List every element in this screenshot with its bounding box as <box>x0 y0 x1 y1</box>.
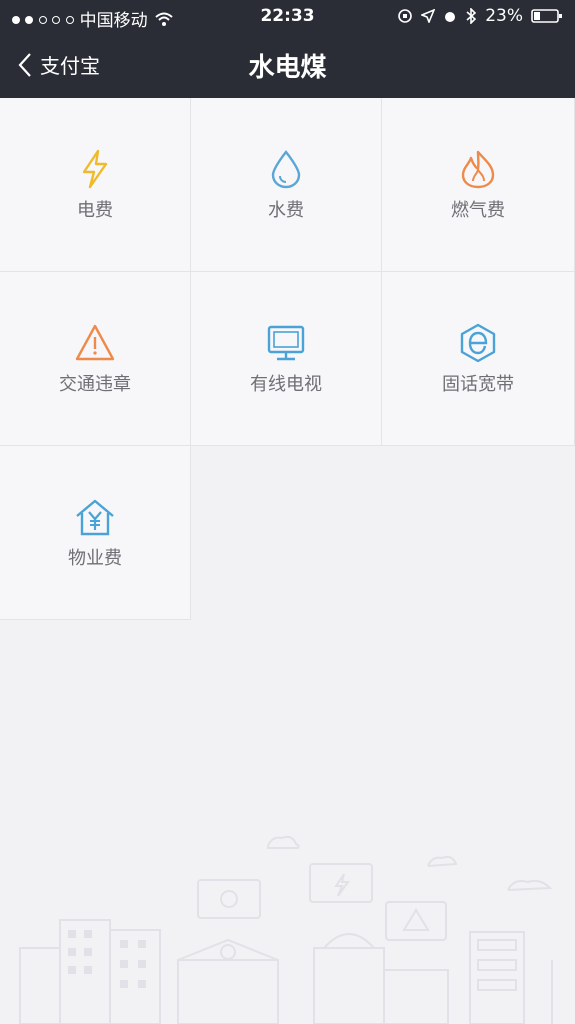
warning-triangle-icon <box>75 324 115 361</box>
rotation-lock-icon <box>398 9 413 23</box>
bluetooth-icon <box>466 8 477 24</box>
lightning-icon <box>82 149 108 189</box>
status-bar: 中国移动 22:33 23% <box>0 0 575 33</box>
back-button-label: 支付宝 <box>40 54 100 78</box>
service-label: 固话宽带 <box>442 374 514 395</box>
service-electricity[interactable]: 电费 <box>0 98 191 272</box>
back-button[interactable]: 支付宝 <box>18 50 100 79</box>
alarm-clock-icon <box>445 12 456 22</box>
navigation-bar: 支付宝 水电煤 <box>0 33 575 98</box>
service-label: 水费 <box>268 200 304 221</box>
house-yen-icon <box>76 499 114 536</box>
status-right: 23% <box>397 6 563 26</box>
service-label: 交通违章 <box>59 374 131 395</box>
location-arrow-icon <box>421 9 436 23</box>
chevron-left-icon <box>18 52 31 77</box>
service-water[interactable]: 水费 <box>191 98 382 272</box>
service-label: 电费 <box>77 200 113 221</box>
broadband-e-icon <box>460 323 496 363</box>
service-property-fee[interactable]: 物业费 <box>0 446 191 620</box>
tv-icon <box>267 325 305 361</box>
service-label: 物业费 <box>68 548 122 569</box>
service-gas[interactable]: 燃气费 <box>382 98 575 272</box>
service-label: 燃气费 <box>451 200 505 221</box>
service-broadband[interactable]: 固话宽带 <box>382 272 575 446</box>
service-traffic-violation[interactable]: 交通违章 <box>0 272 191 446</box>
city-background-illustration <box>19 835 553 1024</box>
service-cable-tv[interactable]: 有线电视 <box>191 272 382 446</box>
battery-percentage: 23% <box>485 6 523 26</box>
water-drop-icon <box>271 150 301 189</box>
service-label: 有线电视 <box>250 374 322 395</box>
flame-icon <box>461 150 495 189</box>
battery-icon <box>531 9 562 23</box>
